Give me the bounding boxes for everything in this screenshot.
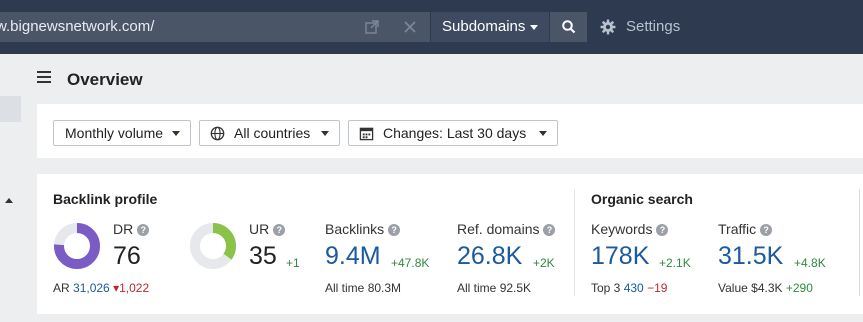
gear-icon: [600, 19, 616, 35]
next-section-divider: [859, 189, 860, 296]
dr-donut-chart: [54, 223, 100, 269]
traffic-label: Traffic: [718, 221, 757, 237]
help-icon[interactable]: ?: [388, 224, 401, 236]
chevron-down-icon: [539, 131, 547, 136]
collapse-arrow-icon[interactable]: [5, 198, 13, 203]
calendar-icon: [359, 127, 374, 141]
help-icon[interactable]: ?: [656, 224, 669, 236]
dr-label: DR: [113, 221, 134, 237]
country-dropdown[interactable]: All countries: [199, 120, 340, 146]
ur-change: +1: [286, 256, 300, 270]
globe-icon: [210, 126, 225, 141]
backlink-profile-title: Backlink profile: [53, 191, 158, 207]
metrics-panel: Backlink profile DR? 76 AR 31,026 ▾1,022…: [37, 174, 863, 314]
url-text: w.bignewsnetwork.com/: [0, 18, 155, 35]
traffic-value-amount: $4.3K: [751, 281, 783, 295]
top3-value[interactable]: 430: [624, 281, 644, 295]
backlinks-alltime-label: All time: [325, 281, 365, 295]
backlinks-label: Backlinks: [325, 221, 385, 237]
ur-label-row: UR?: [249, 221, 286, 237]
keywords-top3-row: Top 3 430 −19: [591, 281, 667, 295]
backlinks-alltime-row: All time 80.3M: [325, 281, 401, 295]
ref-domains-label-row: Ref. domains?: [457, 221, 556, 237]
ref-domains-change: +2K: [533, 256, 555, 270]
external-link-icon[interactable]: [364, 19, 380, 35]
chevron-down-icon: [321, 131, 329, 136]
backlinks-label-row: Backlinks?: [325, 221, 401, 237]
subdomains-label: Subdomains: [442, 18, 526, 35]
backlinks-change: +47.8K: [391, 256, 430, 270]
help-icon[interactable]: ?: [543, 224, 556, 236]
ref-domains-label: Ref. domains: [457, 221, 540, 237]
traffic-value-change: +290: [785, 281, 813, 295]
keywords-change: +2.1K: [659, 256, 691, 270]
search-button[interactable]: [550, 12, 587, 42]
traffic-value-row: Value $4.3K +290: [718, 281, 813, 295]
volume-label: Monthly volume: [65, 125, 164, 141]
ur-label: UR: [249, 221, 270, 237]
traffic-value[interactable]: 31.5K: [718, 242, 783, 271]
changes-label: Changes: Last 30 days: [383, 125, 527, 141]
dr-value: 76: [113, 242, 141, 270]
traffic-change: +4.8K: [794, 256, 826, 270]
ur-donut-chart: [190, 223, 236, 269]
help-icon[interactable]: ?: [273, 224, 286, 236]
section-divider: [574, 189, 575, 296]
ref-domains-alltime-label: All time: [457, 281, 497, 295]
keywords-label: Keywords: [591, 221, 653, 237]
hamburger-icon[interactable]: [37, 71, 51, 83]
ref-domains-alltime-value: 92.5K: [499, 281, 532, 295]
top3-change: −19: [647, 281, 668, 295]
ref-domains-alltime-row: All time 92.5K: [457, 281, 531, 295]
traffic-label-row: Traffic?: [718, 221, 773, 237]
subdomains-dropdown[interactable]: Subdomains: [431, 12, 549, 42]
keywords-label-row: Keywords?: [591, 221, 669, 237]
changes-dropdown[interactable]: Changes: Last 30 days: [348, 120, 558, 146]
backlinks-alltime-value: 80.3M: [367, 281, 402, 295]
help-icon[interactable]: ?: [760, 224, 773, 236]
ar-row: AR 31,026 ▾1,022: [53, 281, 149, 295]
traffic-value-label: Value: [718, 281, 748, 295]
ref-domains-value[interactable]: 26.8K: [457, 242, 522, 271]
help-icon[interactable]: ?: [137, 224, 150, 236]
keywords-value[interactable]: 178K: [591, 242, 649, 271]
dr-label-row: DR?: [113, 221, 150, 237]
ar-change: 1,022: [119, 281, 150, 295]
volume-dropdown[interactable]: Monthly volume: [53, 120, 191, 146]
sidebar-item-active[interactable]: [0, 96, 21, 122]
country-label: All countries: [234, 125, 311, 141]
ar-label: AR: [53, 281, 70, 295]
clear-icon[interactable]: [402, 19, 418, 35]
top-bar: w.bignewsnetwork.com/ Subdomains Setting…: [0, 0, 863, 54]
filters-panel: Monthly volume All countries Changes: La…: [37, 104, 863, 158]
backlinks-value[interactable]: 9.4M: [325, 242, 381, 271]
chevron-down-icon: [172, 131, 180, 136]
settings-label: Settings: [626, 18, 681, 35]
chevron-down-icon: [530, 25, 538, 30]
ur-value: 35: [249, 242, 277, 270]
page-title: Overview: [67, 70, 143, 89]
ar-value[interactable]: 31,026: [73, 281, 110, 295]
top3-label: Top 3: [591, 281, 621, 295]
search-icon: [562, 20, 576, 34]
organic-search-title: Organic search: [591, 191, 693, 207]
